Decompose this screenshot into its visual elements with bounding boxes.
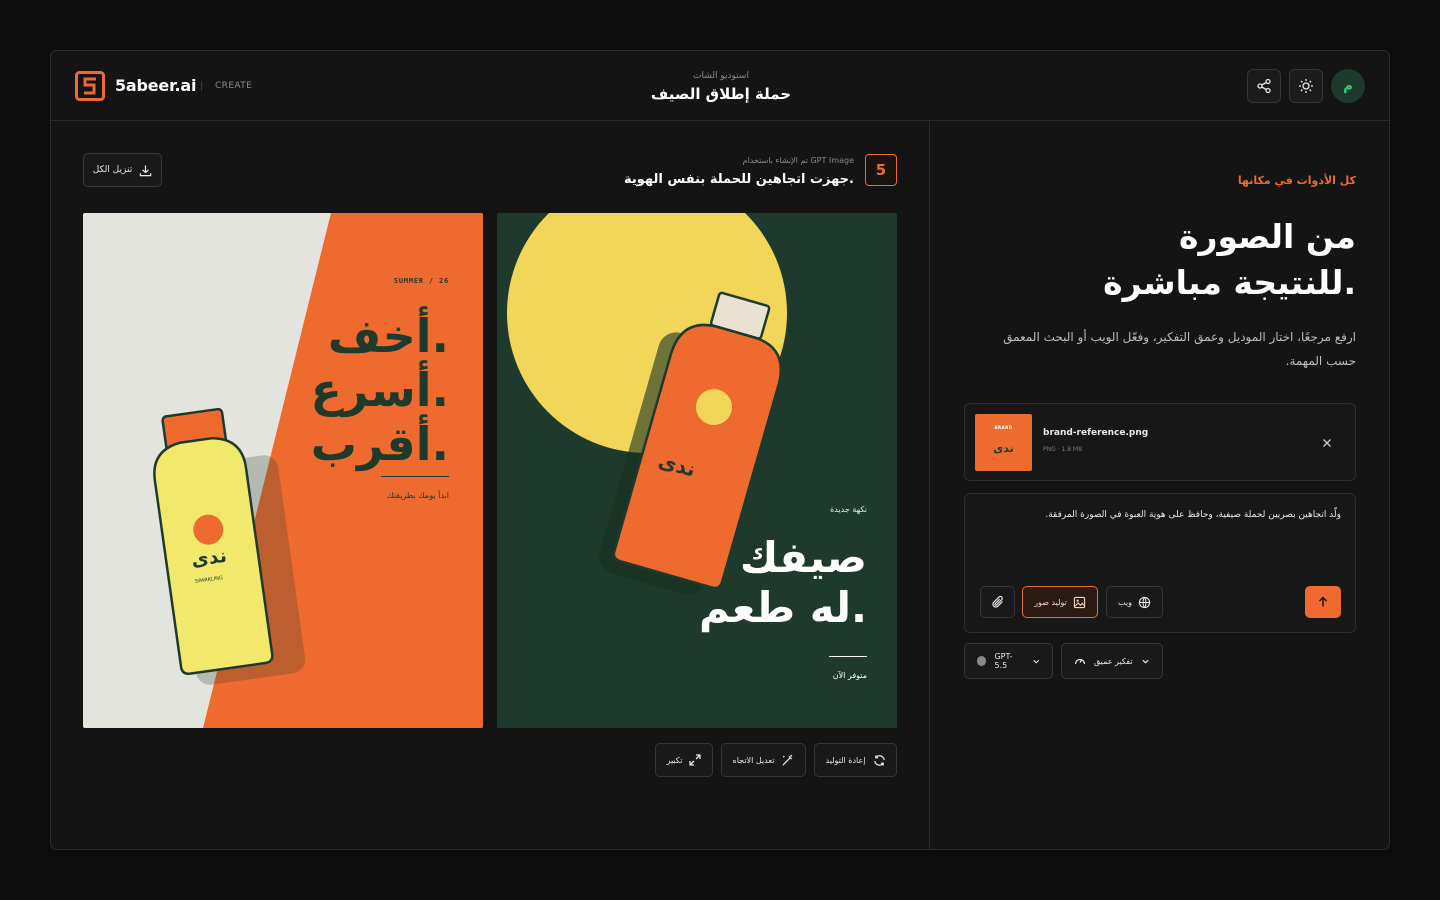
image-generation-toggle[interactable]: توليد صور [1022,586,1098,618]
prompt-input[interactable]: ولّد اتجاهين بصريين لحملة صيفية، وحافظ ع… [985,510,1341,520]
attachment-file-meta: PNG · 1.8 MB [1043,446,1083,453]
poster-1-tagline: ابدأ يومك بطريقتك [387,491,449,500]
model-status-dot [977,656,987,666]
paperclip-icon [991,595,1003,608]
share-button[interactable] [1247,69,1281,103]
upscale-button[interactable]: تكبير [655,743,713,777]
app-window: 5abeer.ai CREATE استوديو الشات حملة إطلا… [50,50,1390,850]
magic-wand-icon [782,754,793,766]
brand-divider [201,81,202,91]
gauge-icon [1074,658,1086,665]
generation-title: جهزت اتجاهين للحملة بنفس الهوية. [624,172,854,187]
share-icon [1257,78,1271,94]
generation-meta: تم الإنشاء باستخدام GPT Image [742,156,854,165]
edit-direction-button[interactable]: تعديل الاتجاه [721,743,806,777]
close-icon [1323,439,1331,447]
thinking-depth-label: تفكير عميق [1094,656,1133,666]
prompt-composer[interactable]: ولّد اتجاهين بصريين لحملة صيفية، وحافظ ع… [964,493,1356,633]
poster-2-rule [829,656,867,657]
attachment-file-name: brand-reference.png [1043,428,1149,438]
poster-1-line-2: أسرع. [310,363,449,417]
panel-title-line-2: للنتيجة مباشرة. [1103,263,1356,302]
poster-1-line-1: أخف. [327,309,449,363]
thumbnail-brand-text: BRAND [994,425,1013,430]
attach-file-button[interactable] [980,586,1015,618]
web-search-toggle[interactable]: ويب [1106,586,1163,618]
chevron-down-icon [1032,659,1039,664]
image-generation-label: توليد صور [1034,597,1067,607]
chevron-down-icon [1141,659,1149,664]
model-selector[interactable]: GPT-5.5 [964,643,1053,679]
panel-title-line-1: من الصورة [1178,217,1356,256]
download-icon [139,164,152,176]
poster-2-headline: صيفك له طعم. [607,533,867,633]
user-avatar[interactable]: م [1331,69,1365,103]
theme-toggle-button[interactable] [1289,69,1323,103]
assistant-badge: 5 [865,154,897,186]
expand-icon [689,754,702,766]
brand-logo-icon[interactable] [75,71,105,101]
mode-label: CREATE [215,81,253,91]
poster-2-line-2: له طعم. [698,583,867,632]
attachment-card: BRAND ندى brand-reference.png PNG · 1.8 … [964,403,1356,481]
model-selector-label: GPT-5.5 [994,652,1013,670]
panel-title: من الصورة للنتيجة مباشرة. [956,214,1356,306]
edit-direction-label: تعديل الاتجاه [732,755,775,765]
page-title[interactable]: حملة إطلاق الصيف [571,85,871,103]
globe-icon [1138,596,1151,608]
download-all-button[interactable]: تنزيل الكل [83,153,162,187]
upscale-label: تكبير [666,755,683,765]
send-button[interactable] [1305,586,1341,618]
poster-1-line-3: أقرب. [310,417,449,471]
poster-2-line-1: صيفك [739,533,867,582]
panel-description: ارفع مرجعًا، اختار الموديل وعمق التفكير،… [1003,330,1356,368]
result-image-2[interactable]: ندى نكهة جديدة صيفك له طعم. متوفر الآن [497,213,897,728]
panel-divider [929,121,930,849]
remove-attachment-button[interactable] [1319,435,1335,451]
poster-2-kicker: نكهة جديدة [830,505,867,514]
brand-name[interactable]: 5abeer.ai [115,76,196,95]
top-bar: 5abeer.ai CREATE استوديو الشات حملة إطلا… [51,51,1389,121]
sun-icon [1299,79,1313,93]
panel-eyebrow: كل الأدوات في مكانها [1237,174,1356,187]
download-all-label: تنزيل الكل [92,165,133,175]
poster-2-tagline: متوفر الآن [832,671,867,680]
poster-1-rule [381,476,449,477]
thinking-depth-selector[interactable]: تفكير عميق [1061,643,1163,679]
page-subtitle: استوديو الشات [693,71,749,81]
web-search-label: ويب [1118,597,1132,607]
thumbnail-label: ندى [993,442,1014,455]
result-image-1[interactable]: SUMMER / 26 أخف. أسرع. أقرب. ابدأ يومك ب… [83,213,483,728]
poster-1-headline: أخف. أسرع. أقرب. [229,309,449,471]
regenerate-button[interactable]: إعادة التوليد [814,743,897,777]
image-icon [1073,596,1086,608]
poster-1-season: SUMMER / 26 [393,277,449,285]
arrow-up-icon [1319,596,1327,607]
attachment-thumbnail: BRAND ندى [975,414,1032,471]
regenerate-label: إعادة التوليد [825,755,866,765]
refresh-icon [873,754,885,766]
